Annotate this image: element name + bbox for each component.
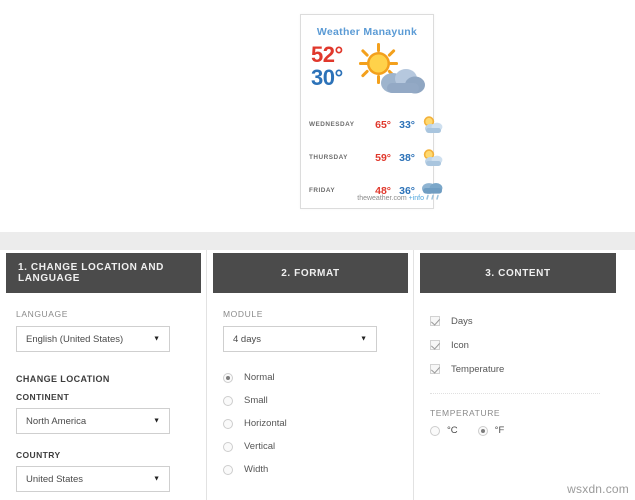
checkbox-icon[interactable] xyxy=(430,364,440,374)
content-divider xyxy=(430,393,600,394)
sun-behind-cloud-icon xyxy=(419,147,445,169)
checkbox-icon[interactable] xyxy=(430,316,440,326)
continent-select-value: North America xyxy=(26,415,87,427)
widget-title: Weather Manayunk xyxy=(316,26,418,38)
current-high-temp: 52° xyxy=(311,42,343,67)
format-option-label: Horizontal xyxy=(244,418,287,429)
temperature-unit-label: TEMPERATURE xyxy=(430,408,501,418)
chevron-down-icon: ▼ xyxy=(153,335,160,343)
panel-3-body: Days Icon Temperature TEMPERATURE °C °F xyxy=(414,293,622,436)
radio-icon-celsius[interactable] xyxy=(430,425,440,436)
current-conditions: 52° 30° xyxy=(301,42,433,104)
module-select-value: 4 days xyxy=(233,333,261,345)
format-option-horizontal[interactable]: Horizontal xyxy=(223,412,400,435)
radio-icon[interactable] xyxy=(223,464,233,475)
radio-icon[interactable] xyxy=(223,395,233,406)
change-location-title: CHANGE LOCATION xyxy=(16,374,110,384)
format-option-small[interactable]: Small xyxy=(223,389,400,412)
continent-select[interactable]: North America ▼ xyxy=(16,408,170,434)
current-low-temp: 30° xyxy=(311,64,343,90)
country-label: COUNTRY xyxy=(16,450,61,460)
chevron-down-icon: ▼ xyxy=(360,335,367,343)
panel-1-body: LANGUAGE English (United States) ▼ CHANG… xyxy=(0,293,207,492)
checkbox-row-days[interactable]: Days xyxy=(430,309,608,333)
checkbox-label: Days xyxy=(451,315,473,327)
sun-behind-cloud-icon xyxy=(419,114,445,136)
forecast-high: 59° xyxy=(375,151,391,164)
widget-source-label: theweather.com xyxy=(357,195,407,202)
checkbox-icon[interactable] xyxy=(430,340,440,350)
language-label: LANGUAGE xyxy=(16,309,69,319)
forecast-row: THURSDAY 59° 38° xyxy=(309,141,443,174)
format-option-label: Width xyxy=(244,464,269,475)
forecast-low: 33° xyxy=(399,118,415,131)
checkbox-label: Icon xyxy=(451,339,469,351)
checkbox-row-temperature[interactable]: Temperature xyxy=(430,357,608,381)
panel-format: 2. FORMAT MODULE 4 days ▼ Normal Small H… xyxy=(207,250,414,500)
forecast-list: WEDNESDAY 65° 33° THURSDAY 59° 38° FRIDA… xyxy=(301,108,443,207)
checkbox-label: Temperature xyxy=(451,363,505,375)
format-option-vertical[interactable]: Vertical xyxy=(223,435,400,458)
chevron-down-icon: ▼ xyxy=(153,417,160,425)
module-select[interactable]: 4 days ▼ xyxy=(223,326,377,352)
panel-2-header: 2. FORMAT xyxy=(213,253,408,293)
forecast-high: 65° xyxy=(375,118,391,131)
module-label: MODULE xyxy=(223,309,263,319)
format-option-width[interactable]: Width xyxy=(223,458,400,481)
format-radio-group: Normal Small Horizontal Vertical Width xyxy=(223,366,400,481)
radio-icon[interactable] xyxy=(223,418,233,429)
section-separator-band xyxy=(0,232,635,250)
watermark: wsxdn.com xyxy=(567,482,629,496)
checkbox-row-icon[interactable]: Icon xyxy=(430,333,608,357)
forecast-day: THURSDAY xyxy=(309,154,348,161)
format-option-normal[interactable]: Normal xyxy=(223,366,400,389)
language-select[interactable]: English (United States) ▼ xyxy=(16,326,170,352)
radio-icon-fahrenheit[interactable] xyxy=(477,425,488,436)
forecast-day: FRIDAY xyxy=(309,187,336,194)
temperature-unit-group: °C °F xyxy=(430,425,608,436)
forecast-day: WEDNESDAY xyxy=(309,121,355,128)
panel-1-header: 1. CHANGE LOCATION AND LANGUAGE xyxy=(6,253,201,293)
continent-label: CONTINENT xyxy=(16,392,70,402)
format-option-label: Small xyxy=(244,395,268,406)
panel-content: 3. CONTENT Days Icon Temperature TEMPERA… xyxy=(414,250,622,500)
current-temperatures: 52° 30° xyxy=(311,42,343,90)
chevron-down-icon: ▼ xyxy=(153,475,160,483)
temperature-unit-fahrenheit-label: °F xyxy=(494,425,505,436)
radio-icon[interactable] xyxy=(223,372,233,383)
panel-change-location-and-language: 1. CHANGE LOCATION AND LANGUAGE LANGUAGE… xyxy=(0,250,207,500)
panel-2-body: MODULE 4 days ▼ Normal Small Horizontal xyxy=(207,293,414,481)
temperature-unit-celsius-label: °C xyxy=(447,425,458,436)
widget-footer: theweather.com +info xyxy=(301,195,433,202)
forecast-row: FRIDAY 48° 36° xyxy=(309,174,443,207)
widget-info-link[interactable]: +info xyxy=(409,195,424,202)
format-option-label: Vertical xyxy=(244,441,276,452)
language-select-value: English (United States) xyxy=(26,333,124,345)
configuration-panels: 1. CHANGE LOCATION AND LANGUAGE LANGUAGE… xyxy=(0,250,635,500)
country-select-value: United States xyxy=(26,473,84,485)
content-checkbox-group: Days Icon Temperature xyxy=(430,309,608,381)
radio-icon[interactable] xyxy=(223,441,233,452)
widget-preview-area: Weather Manayunk 52° 30° WEDNESDAY 65° 3… xyxy=(0,0,635,232)
country-select[interactable]: United States ▼ xyxy=(16,466,170,492)
sun-behind-cloud-icon xyxy=(357,42,429,100)
panel-3-header: 3. CONTENT xyxy=(420,253,616,293)
weather-widget: Weather Manayunk 52° 30° WEDNESDAY 65° 3… xyxy=(300,14,443,209)
forecast-row: WEDNESDAY 65° 33° xyxy=(309,108,443,141)
forecast-low: 38° xyxy=(399,151,415,164)
format-option-label: Normal xyxy=(244,372,275,383)
